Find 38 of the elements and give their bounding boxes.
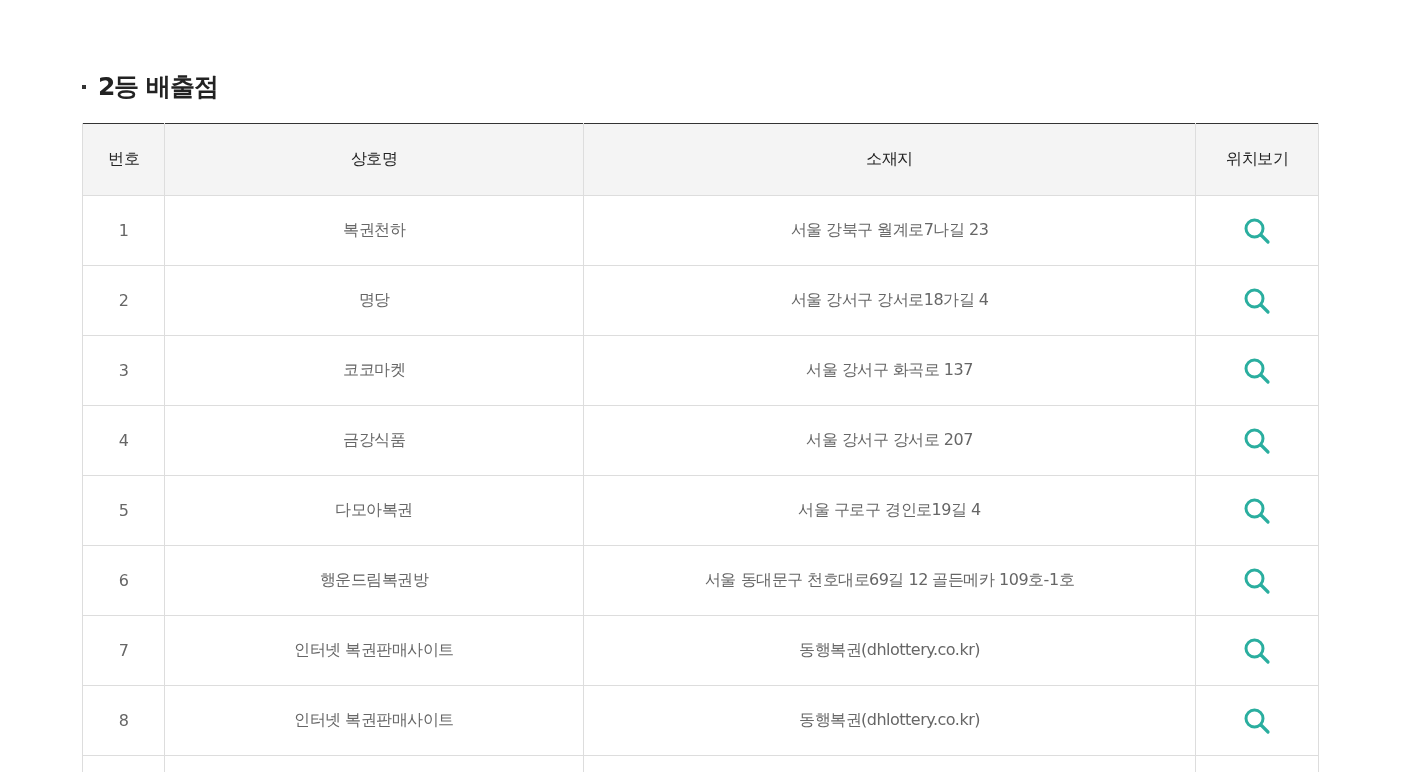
bullet-icon: [82, 84, 86, 89]
table-cell: 6: [82, 545, 165, 616]
table-cell: 서울 강서구 강서로18가길 4: [583, 265, 1196, 336]
search-icon[interactable]: [1243, 426, 1271, 455]
table-cell: 서울 강서구 강서로 207: [583, 405, 1196, 476]
column-header: 번호: [82, 123, 165, 196]
table-cell: 5: [82, 475, 165, 546]
table-cell: 8: [82, 685, 165, 756]
search-icon[interactable]: [1243, 286, 1271, 315]
table-cell: 금강식품: [164, 405, 584, 476]
search-icon[interactable]: [1243, 636, 1271, 665]
table-cell: 행운드림복권방: [164, 545, 584, 616]
section-title: 2등 배출점: [98, 71, 219, 103]
search-icon[interactable]: [1243, 356, 1271, 385]
table-cell: 4: [82, 405, 165, 476]
table-cell: 서울 구로구 경인로19길 4: [583, 475, 1196, 546]
table-cell: 1: [82, 195, 165, 266]
search-icon[interactable]: [1243, 566, 1271, 595]
table-cell: 코코마켓: [164, 335, 584, 406]
table-cell: 서울 동대문구 천호대로69길 12 골든메카 109호-1호: [583, 545, 1196, 616]
table-cell: 서울 강서구 화곡로 137: [583, 335, 1196, 406]
column-header: 상호명: [164, 123, 584, 196]
search-icon[interactable]: [1243, 216, 1271, 245]
table-cell: 인터넷 복권판매사이트: [164, 615, 584, 686]
table-cell: 동행복권(dhlottery.co.kr): [583, 615, 1196, 686]
table-cell: 명당: [164, 265, 584, 336]
search-icon[interactable]: [1243, 706, 1271, 735]
column-header: 소재지: [583, 123, 1196, 196]
table-cell: 3: [82, 335, 165, 406]
column-header: 위치보기: [1195, 123, 1319, 196]
table-cell: 동행복권(dhlottery.co.kr): [583, 685, 1196, 756]
table-cell: 인터넷 복권판매사이트: [164, 685, 584, 756]
table-cell: 서울 강북구 월계로7나길 23: [583, 195, 1196, 266]
table-cell: 다모아복권: [164, 475, 584, 546]
table-cell: 복권천하: [164, 195, 584, 266]
search-icon[interactable]: [1243, 496, 1271, 525]
table-cell: 2: [82, 265, 165, 336]
table-cell: 7: [82, 615, 165, 686]
